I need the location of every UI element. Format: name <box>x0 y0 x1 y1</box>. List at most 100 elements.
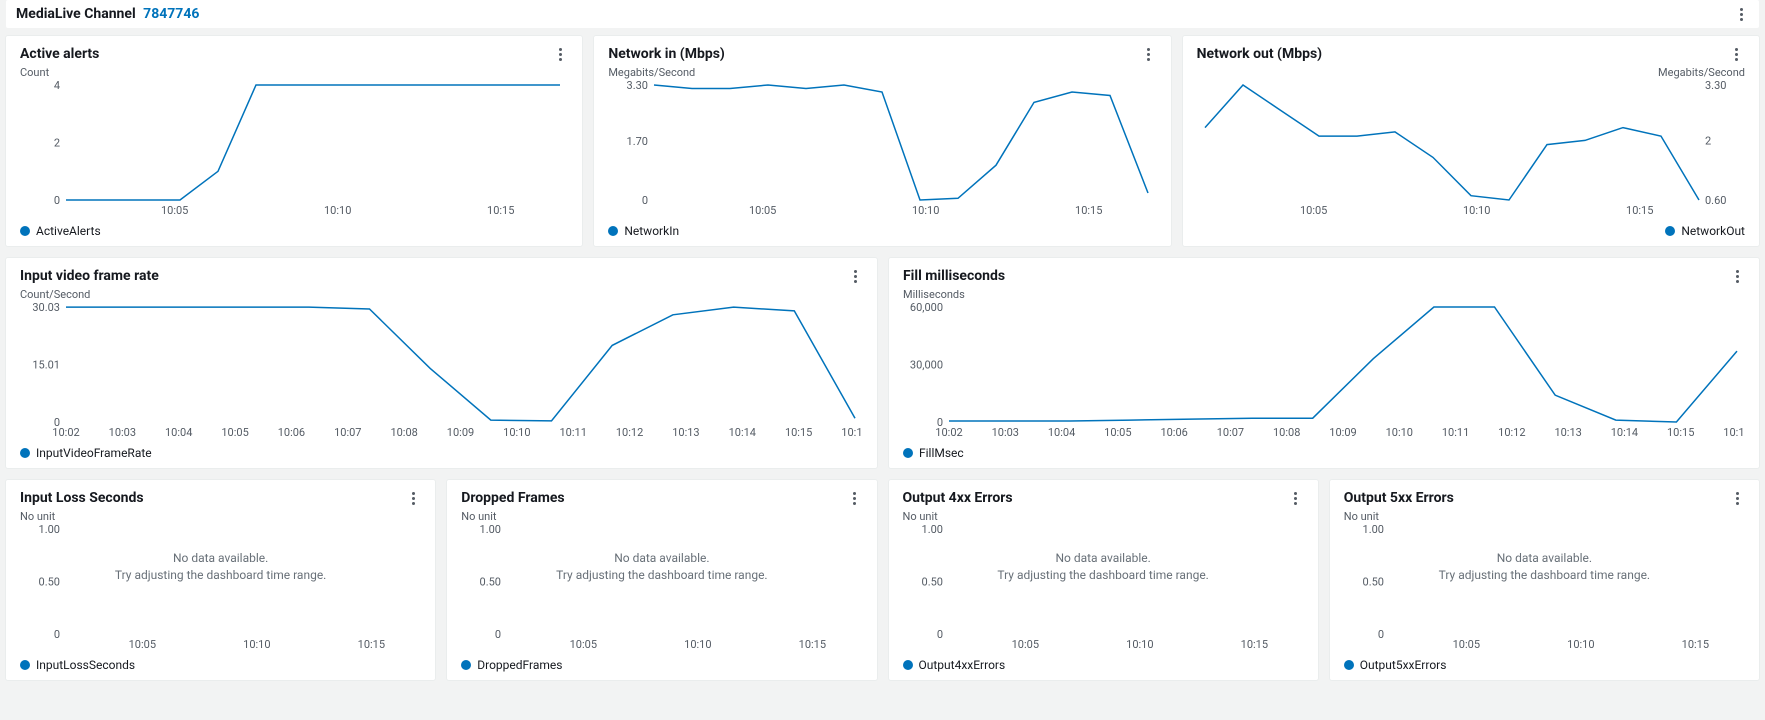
section-menu-icon[interactable] <box>1733 6 1749 22</box>
card-title: Fill milliseconds <box>903 268 1005 284</box>
section-header: MediaLive Channel 7847746 <box>6 0 1759 28</box>
svg-text:10:04: 10:04 <box>1048 426 1075 439</box>
legend-swatch-icon <box>20 448 30 458</box>
legend-label: Output5xxErrors <box>1360 658 1447 672</box>
card-title: Output 4xx Errors <box>903 490 1013 506</box>
legend: FillMsec <box>903 446 1745 460</box>
svg-text:1.00: 1.00 <box>1362 525 1383 536</box>
svg-text:10:05: 10:05 <box>1300 204 1327 217</box>
card-menu-icon[interactable] <box>847 268 863 284</box>
svg-text:10:04: 10:04 <box>165 426 192 439</box>
chart-dropped-frames: 00.501.0010:0510:1010:15 No data availab… <box>461 525 862 652</box>
card-dropped-frames: Dropped Frames No unit 00.501.0010:0510:… <box>447 480 876 680</box>
svg-text:1.00: 1.00 <box>921 525 942 536</box>
svg-text:10:12: 10:12 <box>616 426 643 439</box>
card-menu-icon[interactable] <box>847 490 863 506</box>
svg-text:10:10: 10:10 <box>1386 426 1413 439</box>
legend-label: InputLossSeconds <box>36 658 135 672</box>
chart-active-alerts: 02410:0510:1010:15 <box>20 81 568 218</box>
svg-text:10:10: 10:10 <box>503 426 530 439</box>
chart-network-in: 01.703.3010:0510:1010:15 <box>608 81 1156 218</box>
svg-text:10:15: 10:15 <box>1075 204 1102 217</box>
svg-text:3.30: 3.30 <box>1705 81 1726 92</box>
card-title: Active alerts <box>20 46 99 62</box>
row-2: Input video frame rate Count/Second 015.… <box>6 258 1759 468</box>
nodata-line1: No data available. <box>1497 551 1592 565</box>
svg-text:10:02: 10:02 <box>52 426 79 439</box>
yaxis-label: Count <box>20 66 568 79</box>
card-menu-icon[interactable] <box>552 46 568 62</box>
legend: InputVideoFrameRate <box>20 446 863 460</box>
legend: InputLossSeconds <box>20 658 421 672</box>
svg-text:0: 0 <box>642 194 648 207</box>
card-menu-icon[interactable] <box>1288 490 1304 506</box>
chart-frame-rate: 015.0130.0310:0210:0310:0410:0510:0610:0… <box>20 303 863 440</box>
svg-text:0: 0 <box>936 628 942 641</box>
svg-text:10:15: 10:15 <box>1626 204 1653 217</box>
chart-network-out: 0.6023.3010:0510:1010:15 <box>1197 81 1745 218</box>
yaxis-label: No unit <box>461 510 862 523</box>
card-menu-icon[interactable] <box>1729 46 1745 62</box>
svg-text:10:10: 10:10 <box>912 204 939 217</box>
no-data-message: No data available. Try adjusting the das… <box>1439 550 1650 584</box>
svg-text:10:11: 10:11 <box>1442 426 1469 439</box>
nodata-line2: Try adjusting the dashboard time range. <box>997 568 1208 582</box>
svg-text:10:16: 10:16 <box>841 426 863 439</box>
card-network-in: Network in (Mbps) Megabits/Second 01.703… <box>594 36 1170 246</box>
svg-text:2: 2 <box>54 137 60 150</box>
card-menu-icon[interactable] <box>405 490 421 506</box>
card-title: Input Loss Seconds <box>20 490 144 506</box>
svg-text:10:13: 10:13 <box>1554 426 1581 439</box>
svg-text:0.50: 0.50 <box>1362 576 1383 589</box>
card-menu-icon[interactable] <box>1141 46 1157 62</box>
svg-text:10:05: 10:05 <box>1104 426 1131 439</box>
svg-text:15.01: 15.01 <box>32 359 60 372</box>
card-title: Dropped Frames <box>461 490 564 506</box>
legend: NetworkOut <box>1197 224 1745 238</box>
card-input-loss: Input Loss Seconds No unit 00.501.0010:0… <box>6 480 435 680</box>
svg-text:0.50: 0.50 <box>39 576 60 589</box>
card-menu-icon[interactable] <box>1729 268 1745 284</box>
channel-id-link[interactable]: 7847746 <box>143 6 199 22</box>
svg-text:10:11: 10:11 <box>560 426 587 439</box>
card-output-4xx: Output 4xx Errors No unit 00.501.0010:05… <box>889 480 1318 680</box>
legend-label: DroppedFrames <box>477 658 562 672</box>
svg-text:10:15: 10:15 <box>358 638 385 651</box>
yaxis-label: Milliseconds <box>903 288 1745 301</box>
card-active-alerts: Active alerts Count 02410:0510:1010:15 A… <box>6 36 582 246</box>
card-title: Network in (Mbps) <box>608 46 724 62</box>
row-1: Active alerts Count 0 2 4 10:05 10:10 10:15 A… <box>6 36 1759 246</box>
svg-text:10:14: 10:14 <box>729 426 756 439</box>
svg-text:0: 0 <box>54 194 60 207</box>
svg-text:4: 4 <box>54 81 60 92</box>
legend-swatch-icon <box>903 660 913 670</box>
svg-text:30,000: 30,000 <box>910 359 943 372</box>
svg-text:10:15: 10:15 <box>1667 426 1694 439</box>
svg-text:10:09: 10:09 <box>1329 426 1356 439</box>
svg-text:10:07: 10:07 <box>1217 426 1244 439</box>
svg-text:10:05: 10:05 <box>570 638 597 651</box>
svg-text:10:05: 10:05 <box>1452 638 1479 651</box>
card-title: Input video frame rate <box>20 268 159 284</box>
svg-text:10:10: 10:10 <box>1126 638 1153 651</box>
nodata-line2: Try adjusting the dashboard time range. <box>556 568 767 582</box>
svg-text:10:12: 10:12 <box>1498 426 1525 439</box>
legend-label: NetworkIn <box>624 224 679 238</box>
svg-text:10:03: 10:03 <box>992 426 1019 439</box>
legend-label: ActiveAlerts <box>36 224 101 238</box>
svg-text:10:15: 10:15 <box>799 638 826 651</box>
svg-text:0: 0 <box>1378 628 1384 641</box>
svg-text:10:14: 10:14 <box>1611 426 1638 439</box>
chart-fill-ms: 030,00060,00010:0210:0310:0410:0510:0610… <box>903 303 1745 440</box>
card-menu-icon[interactable] <box>1729 490 1745 506</box>
no-data-message: No data available. Try adjusting the das… <box>997 550 1208 584</box>
chart-output-4xx: 00.501.0010:0510:1010:15 No data availab… <box>903 525 1304 652</box>
svg-text:60,000: 60,000 <box>910 303 943 314</box>
chart-output-5xx: 00.501.0010:0510:1010:15 No data availab… <box>1344 525 1745 652</box>
svg-text:10:05: 10:05 <box>221 426 248 439</box>
nodata-line2: Try adjusting the dashboard time range. <box>1439 568 1650 582</box>
svg-text:1.00: 1.00 <box>39 525 60 536</box>
legend: Output5xxErrors <box>1344 658 1745 672</box>
svg-text:10:15: 10:15 <box>785 426 812 439</box>
section-title: MediaLive Channel 7847746 <box>16 6 199 22</box>
